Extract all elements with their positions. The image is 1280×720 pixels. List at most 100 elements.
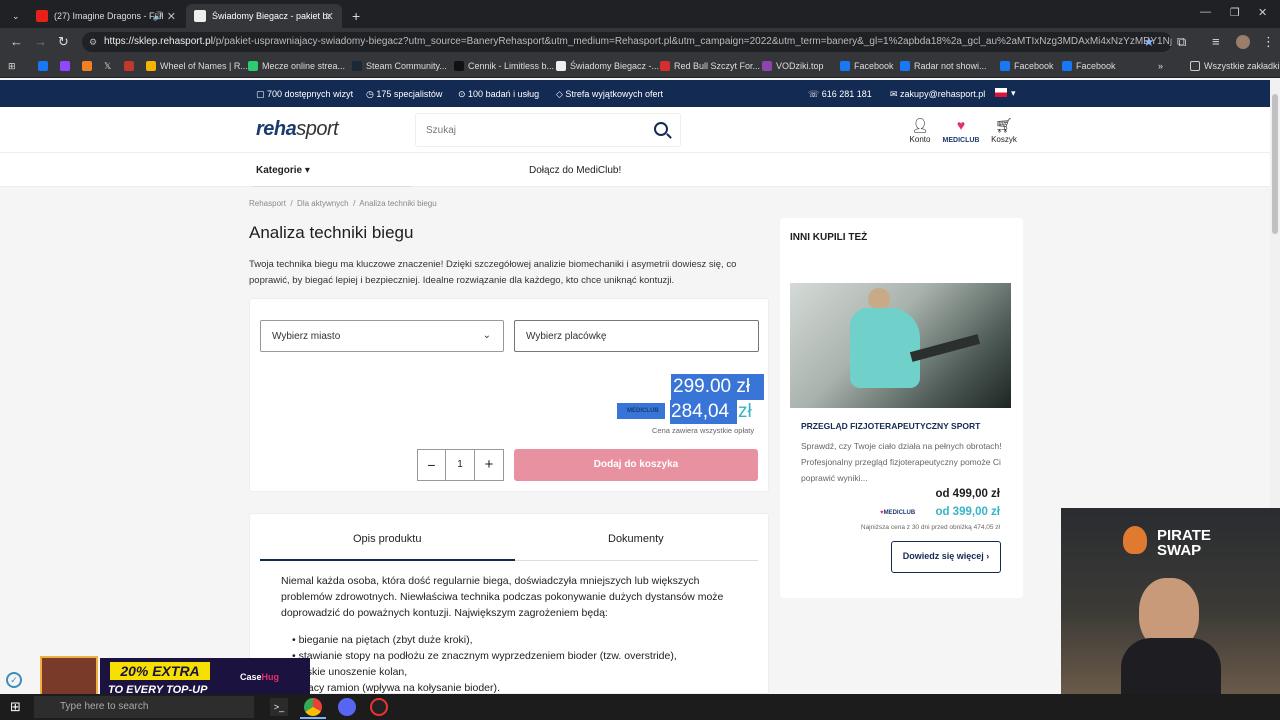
minimize-icon[interactable]: — — [1200, 6, 1211, 18]
site-logo[interactable]: rehasport — [256, 118, 339, 141]
select-value: Wybierz placówkę — [526, 331, 607, 342]
reload-icon[interactable]: ↻ — [58, 34, 69, 50]
also-bought-panel: INNI KUPILI TEŻ PRZEGLĄD FIZJOTERAPEUTYC… — [780, 218, 1023, 598]
bookmark-item[interactable]: Mecze online strea... — [248, 61, 345, 71]
scrollbar-thumb[interactable] — [1272, 94, 1278, 234]
stream-logo: PIRATE SWAP — [1157, 528, 1211, 558]
bookmark-item[interactable]: Radar not showi... — [900, 61, 987, 71]
quantity-input[interactable]: 1 — [445, 449, 475, 481]
close-window-icon[interactable]: ✕ — [1258, 6, 1267, 19]
tab-documents[interactable]: Dokumenty — [608, 533, 664, 545]
button-label: Dowiedz się więcej — [902, 551, 984, 561]
close-icon[interactable]: ✕ — [167, 10, 176, 23]
chrome-icon[interactable] — [304, 698, 322, 716]
email-link[interactable]: ✉ zakupy@rehasport.pl — [890, 89, 985, 100]
bookmark-item[interactable]: Steam Community... — [352, 61, 447, 71]
bookmark-label: VODziki.top — [776, 61, 824, 71]
bookmark-item[interactable]: VODziki.top — [762, 61, 824, 71]
mediclub-badge: MEDICLUB — [617, 403, 665, 419]
tab-youtube[interactable]: (27) Imagine Dragons - Foll 🔊 ✕ — [28, 4, 184, 28]
city-select[interactable]: Wybierz miasto ⌄ — [260, 320, 504, 352]
quantity-decrease-button[interactable]: − — [417, 449, 446, 481]
list-item: • bieganie na piętach (zbyt duże kroki), — [292, 634, 473, 646]
bookmark-star-icon[interactable]: ★ — [1143, 34, 1155, 50]
browser-tab-bar: ⌄ (27) Imagine Dragons - Foll 🔊 ✕ Świado… — [0, 0, 1280, 28]
quantity-increase-button[interactable]: + — [474, 449, 504, 481]
bookmark-item[interactable]: Facebook — [1000, 61, 1054, 71]
bookmark-icon[interactable] — [124, 61, 138, 71]
bookmark-item[interactable]: Cennik - Limitless b... — [454, 61, 554, 71]
all-bookmarks[interactable]: Wszystkie zakładki — [1190, 61, 1280, 71]
badge-label: MEDICLUB — [883, 510, 916, 516]
new-tab-button[interactable]: + — [344, 4, 364, 28]
close-icon[interactable]: ✕ — [325, 10, 334, 23]
select-value: Wybierz miasto — [272, 331, 341, 342]
taskbar-search-input[interactable]: Type here to search — [34, 696, 254, 718]
chevron-right-icon[interactable]: » — [1158, 61, 1163, 71]
obs-icon[interactable] — [370, 698, 388, 716]
product-description: Twoja technika biegu ma kluczowe znaczen… — [249, 259, 737, 286]
flag-pl-icon[interactable] — [995, 88, 1007, 97]
extensions-icon[interactable]: ⧉ — [1177, 34, 1186, 50]
facebook-icon[interactable] — [38, 61, 52, 71]
active-tab-underline — [260, 559, 515, 561]
search-icon[interactable] — [654, 122, 668, 136]
body-intro: Niemal każda osoba, która dość regularni… — [281, 575, 724, 619]
profile-avatar[interactable] — [1236, 35, 1250, 49]
logo-part: SWAP — [1157, 542, 1202, 559]
tab-description[interactable]: Opis produktu — [353, 533, 421, 545]
breadcrumb-item[interactable]: Rehasport — [249, 199, 286, 208]
search-input[interactable]: Szukaj — [415, 113, 681, 147]
breadcrumb-item[interactable]: Dla aktywnych — [297, 199, 349, 208]
bookmark-item[interactable]: Świadomy Biegacz -... — [556, 61, 659, 71]
streamer-body — [1121, 638, 1221, 694]
learn-more-button[interactable]: Dowiedz się więcej › — [891, 541, 1001, 573]
apps-icon[interactable]: ⊞ — [8, 61, 16, 72]
media-icon[interactable]: ≡ — [1212, 34, 1220, 49]
product-image[interactable] — [790, 283, 1011, 408]
menu-icon[interactable]: ⋮ — [1262, 34, 1275, 50]
site-info-icon[interactable]: ⚙ — [89, 32, 97, 52]
forward-icon[interactable]: → — [34, 34, 47, 49]
mediclub-label: MEDICLUB — [942, 137, 980, 144]
bookmark-icon[interactable] — [82, 61, 96, 71]
youtube-icon — [36, 10, 48, 22]
product-title[interactable]: PRZEGLĄD FIZJOTERAPEUTYCZNY SPORT — [801, 421, 980, 431]
info-label: 175 specjalistów — [376, 89, 443, 99]
product-price: 299.00 zł — [671, 374, 764, 400]
bookmark-item[interactable]: Facebook — [840, 61, 894, 71]
list-item-text: bieganie na piętach (zbyt duże kroki), — [298, 634, 473, 646]
bookmark-item[interactable]: Red Bull Szczyt For... — [660, 61, 760, 71]
tab-list-button[interactable]: ⌄ — [4, 4, 26, 28]
url-field[interactable]: ⚙ https://sklep.rehasport.pl/p/pakiet-us… — [82, 32, 1172, 52]
bookmark-label: Steam Community... — [366, 61, 447, 71]
chevron-down-icon[interactable]: ▾ — [1011, 88, 1016, 99]
speaker-icon[interactable]: 🔊 — [153, 11, 164, 22]
x-icon[interactable]: 𝕏 — [104, 61, 111, 72]
bookmark-item[interactable]: Facebook — [1062, 61, 1116, 71]
site-favicon-icon — [194, 10, 206, 22]
join-mediclub-link[interactable]: Dołącz do MediClub! — [529, 165, 621, 176]
back-icon[interactable]: ← — [10, 34, 23, 49]
info-offers[interactable]: ◇ Strefa wyjątkowych ofert — [556, 89, 663, 100]
cart-button[interactable]: 🛒︎ Koszyk — [979, 117, 1029, 144]
mediclub-badge: ♥MEDICLUB — [880, 510, 915, 516]
check-badge-icon[interactable]: ✓ — [6, 672, 22, 688]
bookmark-label: Facebook — [1014, 61, 1054, 71]
info-specialists: ◷ 175 specjalistów — [366, 89, 443, 99]
restore-icon[interactable]: ❐ — [1230, 6, 1240, 19]
phone-link[interactable]: ☏ 616 281 181 — [808, 89, 872, 100]
person-head — [868, 288, 890, 310]
sidebar-heading: INNI KUPILI TEŻ — [790, 232, 868, 243]
tab-rehasport[interactable]: Świadomy Biegacz - pakiet bad ✕ — [186, 4, 342, 28]
twitch-icon[interactable] — [60, 61, 74, 71]
windows-start-icon[interactable]: ⊞ — [10, 699, 21, 715]
terminal-icon[interactable]: >_ — [270, 698, 288, 716]
categories-menu[interactable]: Kategorie ▾ — [256, 165, 310, 176]
add-to-cart-button[interactable]: Dodaj do koszyka — [514, 449, 758, 481]
bookmark-item[interactable]: Wheel of Names | R... — [146, 61, 248, 71]
breadcrumb-item: Analiza techniki biegu — [359, 199, 437, 208]
brand-part: Hug — [261, 672, 280, 682]
branch-select[interactable]: Wybierz placówkę — [514, 320, 759, 352]
discord-icon[interactable] — [338, 698, 356, 716]
